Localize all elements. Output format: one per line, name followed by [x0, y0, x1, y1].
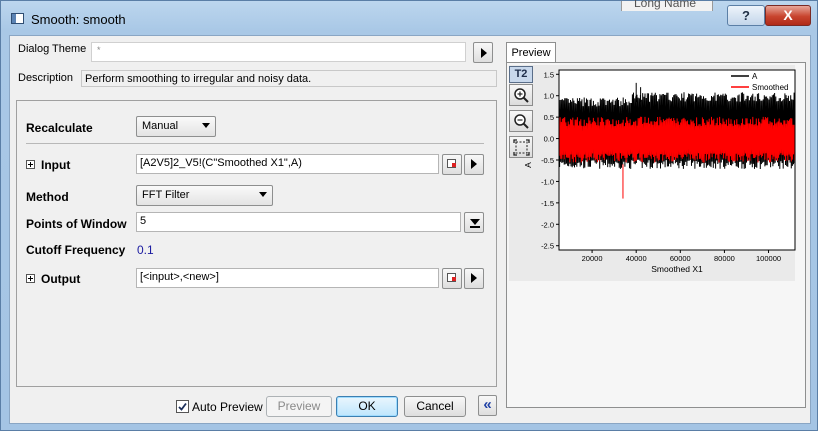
y-tick-label: -2.0: [541, 220, 554, 229]
help-button[interactable]: ?: [727, 5, 765, 26]
dialog-theme-field[interactable]: *: [91, 42, 466, 62]
dialog-client-area: Dialog Theme * Description Perform smoot…: [9, 35, 811, 424]
chevron-down-icon: [470, 219, 480, 225]
y-tick-label: -0.5: [541, 156, 554, 165]
window-icon: [11, 13, 24, 24]
chevron-down-icon: [202, 123, 210, 128]
method-value: FFT Filter: [142, 189, 190, 201]
dialog-window: Smooth: smooth Long Name ? X Dialog Them…: [0, 0, 818, 431]
preview-panel: T2 -2.5 -2.0 -1.5 -1.0 -0.5 0.0 0.5 1.0 …: [506, 62, 806, 408]
y-tick-label: 0.0: [544, 135, 554, 144]
triangle-right-icon: [481, 48, 487, 58]
separator: [26, 143, 484, 144]
tab-preview[interactable]: Preview: [506, 42, 556, 63]
y-tick-label: 1.0: [544, 92, 554, 101]
x-tick-label: 20000: [582, 254, 603, 263]
collapse-button[interactable]: «: [478, 395, 497, 416]
checkmark-icon: [178, 402, 187, 411]
method-label: Method: [26, 190, 69, 204]
legend-label: Smoothed: [752, 83, 788, 92]
dialog-theme-label: Dialog Theme: [18, 43, 87, 55]
x-tick-label: 80000: [714, 254, 735, 263]
plot-group: -2.5 -2.0 -1.5 -1.0 -0.5 0.0 0.5 1.0 1.5 20000 400…: [523, 69, 796, 274]
recalculate-dropdown[interactable]: Manual: [136, 116, 216, 137]
y-tick-label: -1.0: [541, 177, 554, 186]
select-range-icon: [447, 273, 456, 282]
cancel-button[interactable]: Cancel: [404, 396, 466, 417]
description-text: Perform smoothing to irregular and noisy…: [81, 70, 497, 87]
select-range-icon: [447, 159, 456, 168]
dialog-theme-menu-button[interactable]: [473, 42, 493, 63]
recalculate-label: Recalculate: [26, 121, 93, 135]
x-tick-label: 40000: [626, 254, 647, 263]
auto-preview-checkbox[interactable]: [176, 400, 189, 413]
cutoff-frequency-value: 0.1: [137, 243, 154, 257]
triangle-right-icon: [471, 273, 477, 283]
underline-bar: [470, 226, 480, 228]
window-title: Smooth: smooth: [31, 12, 126, 27]
x-axis-label: Smoothed X1: [651, 264, 703, 274]
y-tick-label: 0.5: [544, 113, 554, 122]
background-column-header-label: Long Name: [634, 0, 697, 10]
points-of-window-dropdown-button[interactable]: [464, 212, 484, 233]
output-select-button[interactable]: [442, 268, 462, 289]
points-of-window-field[interactable]: 5: [136, 212, 461, 232]
output-expand-icon[interactable]: [26, 274, 35, 283]
title-bar[interactable]: Smooth: smooth Long Name ? X: [1, 0, 818, 35]
input-select-button[interactable]: [442, 154, 462, 175]
input-expand-icon[interactable]: [26, 160, 35, 169]
output-label: Output: [41, 272, 81, 286]
y-tick-label: -1.5: [541, 199, 554, 208]
y-axis-label: A: [523, 162, 533, 168]
description-label: Description: [18, 72, 74, 84]
points-of-window-label: Points of Window: [26, 217, 127, 231]
cutoff-frequency-label: Cutoff Frequency: [26, 243, 126, 257]
settings-panel: Recalculate Manual Input [A2V5]2_V5!(C"S…: [16, 100, 497, 387]
recalculate-value: Manual: [142, 120, 179, 132]
ok-button[interactable]: OK: [336, 396, 398, 417]
x-tick-label: 100000: [756, 254, 781, 263]
y-tick-label: 1.5: [544, 70, 554, 79]
triangle-right-icon: [471, 159, 477, 169]
close-button[interactable]: X: [765, 5, 811, 26]
preview-chart: -2.5 -2.0 -1.5 -1.0 -0.5 0.0 0.5 1.0 1.5 20000 400…: [523, 69, 796, 274]
legend-label: A: [752, 72, 758, 81]
output-menu-button[interactable]: [464, 268, 484, 289]
input-label: Input: [41, 158, 71, 172]
method-dropdown[interactable]: FFT Filter: [136, 185, 273, 206]
input-field[interactable]: [A2V5]2_V5!(C"Smoothed X1",A): [136, 154, 439, 174]
chevron-down-icon: [259, 192, 267, 197]
output-field[interactable]: [<input>,<new>]: [136, 268, 439, 288]
auto-preview-label: Auto Preview: [192, 400, 263, 414]
series-smoothed-line: [558, 116, 796, 163]
input-menu-button[interactable]: [464, 154, 484, 175]
preview-button[interactable]: Preview: [266, 396, 332, 417]
x-tick-label: 60000: [670, 254, 691, 263]
background-column-header: Long Name: [621, 0, 713, 11]
dialog-theme-value: *: [97, 45, 101, 55]
y-tick-label: -2.5: [541, 242, 554, 251]
